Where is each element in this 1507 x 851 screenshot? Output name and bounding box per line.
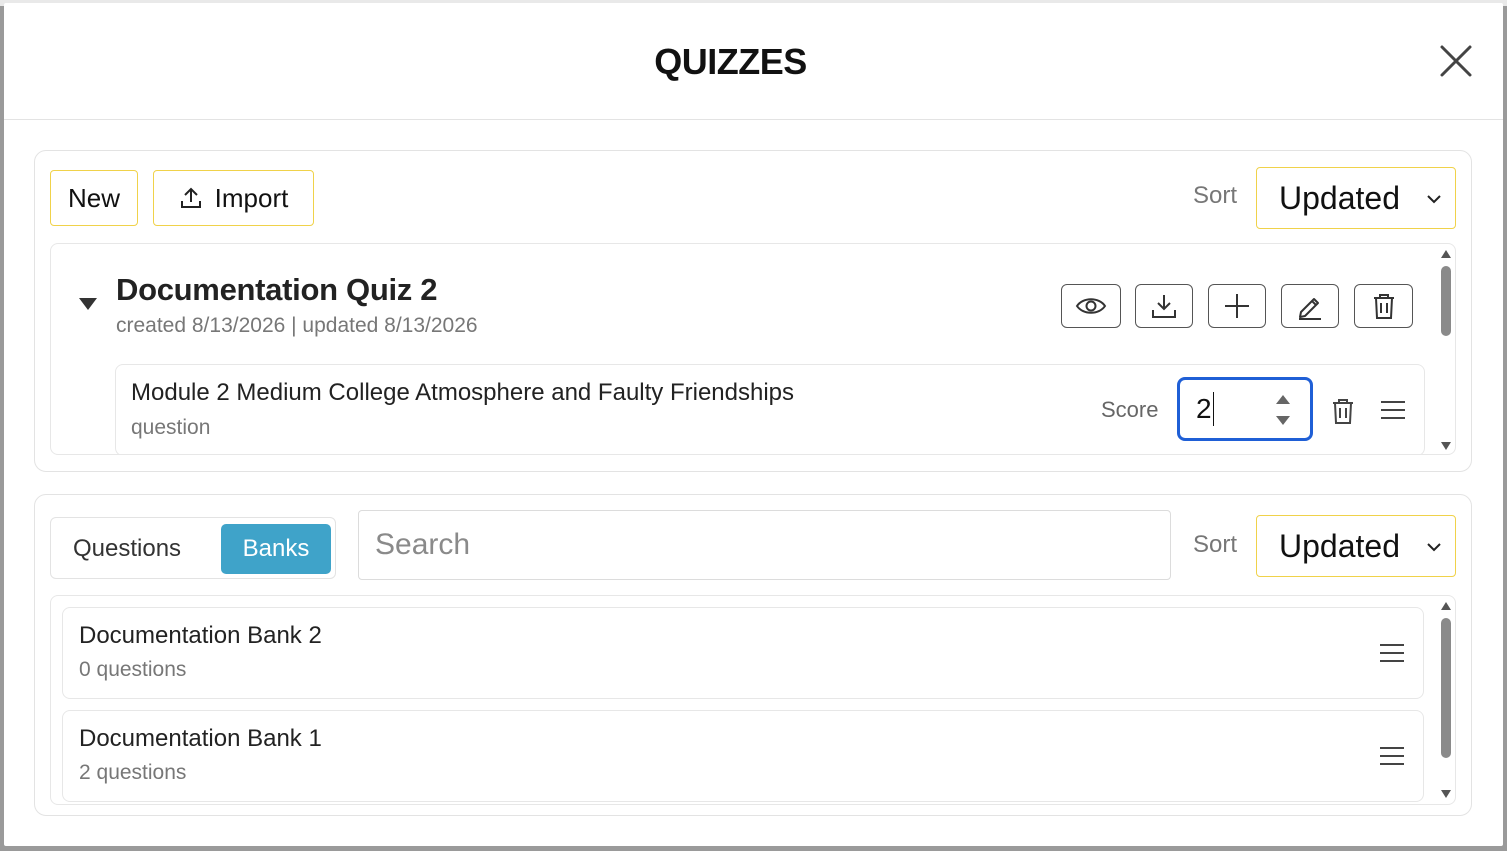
quiz-list-scrollbar[interactable]	[1439, 250, 1453, 450]
pencil-icon	[1299, 298, 1321, 320]
new-button-label: New	[67, 182, 120, 213]
trash-icon[interactable]	[1330, 397, 1356, 425]
bank-list-scrollbar[interactable]	[1439, 602, 1453, 800]
bank-question-count: 2 questions	[79, 761, 187, 784]
quiz-question-card: Module 2 Medium College Atmosphere and F…	[115, 364, 1425, 454]
chevron-down-icon	[1427, 195, 1441, 204]
new-quiz-button[interactable]: New	[50, 170, 138, 226]
quiz-list: Documentation Quiz 2 created 8/13/2026 |…	[50, 243, 1456, 455]
bank-question-count: 0 questions	[79, 658, 187, 681]
list-item[interactable]: Documentation Bank 2 0 questions	[62, 607, 1424, 699]
eye-icon	[1075, 298, 1107, 314]
scroll-thumb[interactable]	[1441, 618, 1451, 758]
quizzes-modal: QUIZZES New Import Sort Updated Document…	[4, 3, 1503, 846]
scroll-down-icon[interactable]	[1441, 790, 1451, 798]
scroll-thumb[interactable]	[1441, 266, 1451, 336]
trash-icon	[1373, 294, 1394, 319]
close-button[interactable]	[1438, 43, 1474, 79]
download-icon	[1152, 295, 1176, 318]
text-cursor	[1213, 392, 1214, 426]
question-type: question	[131, 416, 211, 439]
drag-handle-icon[interactable]	[1379, 643, 1405, 663]
quiz-sort-select[interactable]: Updated	[1256, 167, 1456, 229]
library-panel: Questions Banks Sort Updated Documentati…	[34, 494, 1472, 816]
library-tab-switch: Questions Banks	[50, 517, 336, 579]
bank-name: Documentation Bank 2	[79, 622, 322, 649]
tab-banks[interactable]: Banks	[221, 524, 331, 574]
plus-icon	[1225, 294, 1249, 318]
chevron-down-icon	[1427, 543, 1441, 552]
score-input[interactable]: 2	[1177, 377, 1313, 441]
drag-handle-icon[interactable]	[1379, 746, 1405, 766]
quizzes-panel: New Import Sort Updated Documentation Qu…	[34, 150, 1472, 472]
scroll-up-icon[interactable]	[1441, 250, 1451, 258]
add-question-button[interactable]	[1208, 284, 1266, 328]
close-icon	[1440, 45, 1472, 77]
export-button[interactable]	[1135, 284, 1193, 328]
import-button-label: Import	[214, 182, 289, 213]
bank-name: Documentation Bank 1	[79, 725, 322, 752]
edit-quiz-button[interactable]	[1281, 284, 1339, 328]
modal-header: QUIZZES	[4, 3, 1503, 120]
search-input[interactable]	[358, 510, 1171, 580]
library-sort-value: Updated	[1279, 528, 1400, 564]
modal-title: QUIZZES	[654, 41, 807, 82]
library-sort-select[interactable]: Updated	[1256, 515, 1456, 577]
import-button[interactable]: Import	[153, 170, 314, 226]
tab-questions[interactable]: Questions	[73, 535, 181, 563]
drag-handle-icon[interactable]	[1380, 400, 1406, 420]
caret-down-icon[interactable]	[79, 298, 97, 310]
delete-quiz-button[interactable]	[1354, 284, 1413, 328]
quiz-sort-value: Updated	[1279, 180, 1400, 216]
spinner-arrows-icon[interactable]	[1274, 390, 1292, 430]
score-value: 2	[1196, 393, 1212, 424]
quiz-title: Documentation Quiz 2	[116, 272, 438, 307]
quiz-meta: created 8/13/2026 | updated 8/13/2026	[116, 314, 478, 337]
bank-list: Documentation Bank 2 0 questions Documen…	[50, 595, 1456, 805]
sort-label: Sort	[1193, 531, 1238, 558]
scroll-down-icon[interactable]	[1441, 442, 1451, 450]
scroll-up-icon[interactable]	[1441, 602, 1451, 610]
question-title: Module 2 Medium College Atmosphere and F…	[131, 379, 795, 406]
upload-icon	[180, 187, 201, 208]
score-label: Score	[1101, 397, 1159, 422]
list-item[interactable]: Documentation Bank 1 2 questions	[62, 710, 1424, 802]
preview-button[interactable]	[1061, 284, 1121, 328]
sort-label: Sort	[1193, 182, 1238, 209]
